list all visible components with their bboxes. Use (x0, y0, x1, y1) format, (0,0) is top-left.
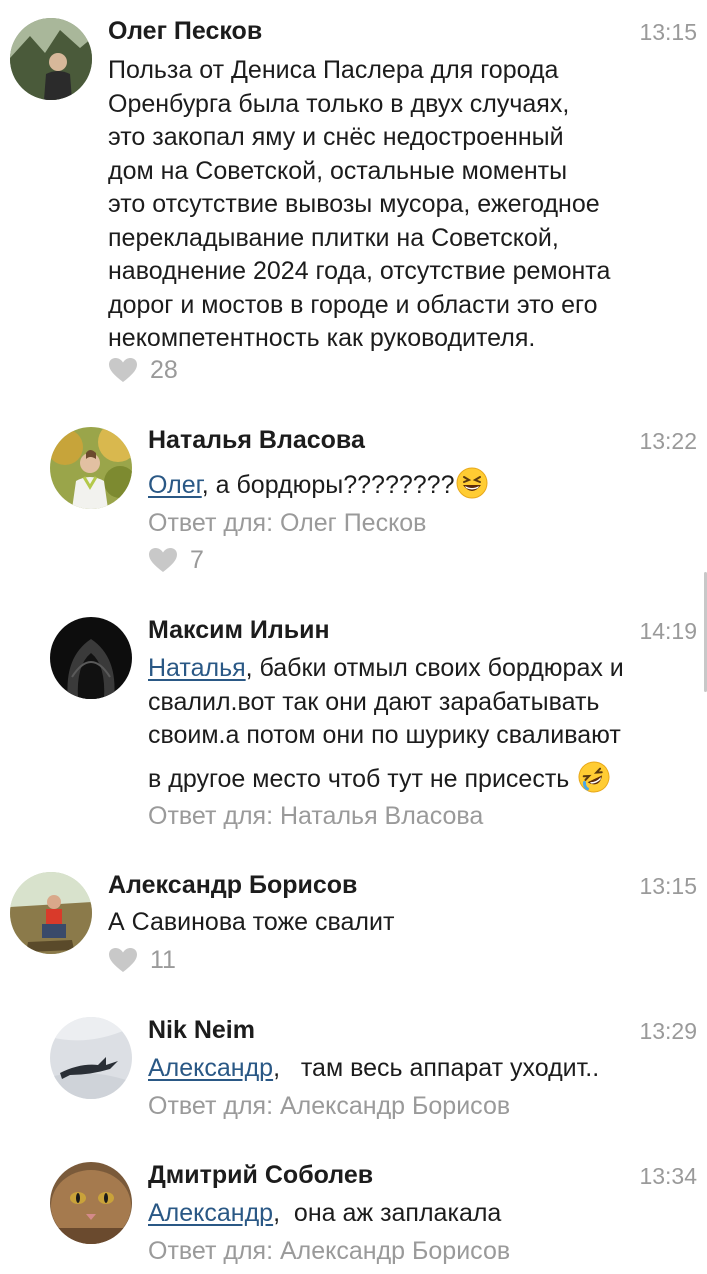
like-button[interactable]: 7 (148, 545, 204, 575)
comment-text: Польза от Дениса Паслера для города Орен… (108, 54, 610, 356)
comment-text-body: А Савинова тоже свалит (108, 908, 395, 936)
comment-text-body: , там весь аппарат уходит.. (273, 1054, 600, 1082)
avatar-natalya-vlasova[interactable] (50, 427, 132, 509)
avatar-maksim-ilin[interactable] (50, 617, 132, 699)
comment-text-line: наводнение 2024 года, отсутствие ремонта (108, 257, 611, 285)
comment-text-body: , она аж заплакала (273, 1199, 502, 1227)
author-name[interactable]: Олег Песков (108, 16, 262, 46)
comment-text-line: перекладывание плитки на Советской, (108, 223, 559, 252)
comment-text-line: в другое место чтоб тут не присесть (148, 761, 624, 797)
like-button[interactable]: 28 (108, 355, 178, 385)
like-button[interactable]: 11 (108, 945, 176, 975)
comment-text-line: дорог и мостов в городе и области это ег… (108, 290, 598, 319)
comment-text-line: свалил.вот так они дают зарабатывать (148, 687, 600, 716)
reply-to-label[interactable]: Ответ для: Александр Борисов (148, 1236, 510, 1266)
comment-time: 13:34 (639, 1163, 697, 1189)
comment-text-line: Наталья, бабки отмыл своих бордюрах и (148, 652, 624, 686)
avatar-nik-neim[interactable] (50, 1017, 132, 1099)
comment-text-line: это отсутствие вывозы мусора, ежегодное (108, 190, 600, 218)
comment-time: 13:15 (639, 19, 697, 45)
comment-text-body: , а бордюры???????? (201, 471, 455, 499)
avatar-aleksandr-borisov[interactable] (10, 872, 92, 954)
author-name[interactable]: Nik Neim (148, 1015, 255, 1045)
reply-to-label[interactable]: Ответ для: Александр Борисов (148, 1091, 510, 1121)
comment-time: 13:29 (639, 1018, 697, 1044)
rolling-laughing-emoji-icon (578, 761, 610, 793)
comment-text: Александр, там весь аппарат уходит.. (148, 1052, 599, 1086)
comment-text: А Савинова тоже свалит (108, 906, 394, 940)
comment-text-body: в другое место чтоб тут не присесть (148, 764, 577, 793)
comment-time: 13:22 (639, 428, 697, 454)
like-count: 28 (150, 356, 178, 384)
reply-to-label[interactable]: Ответ для: Олег Песков (148, 508, 426, 538)
heart-icon (108, 947, 138, 973)
comment-text-line: Польза от Дениса Паслера для города (108, 56, 559, 84)
heart-icon (108, 357, 138, 383)
comment-text-line: своим.а потом они по шурику сваливают (148, 721, 621, 749)
comment-text-line: Оренбурга была только в двух случаях, (108, 89, 570, 118)
comment-text-line: некомпетентность как руководителя. (108, 324, 536, 352)
comment-text-line: дом на Советской, остальные моменты (108, 156, 568, 185)
comment-text-line: это закопал яму и снёс недостроенный (108, 123, 564, 151)
author-name[interactable]: Александр Борисов (108, 870, 357, 900)
comment-text: Олег, а бордюры???????? (148, 467, 488, 503)
grinning-squinting-emoji-icon (456, 467, 488, 499)
author-name[interactable]: Максим Ильин (148, 615, 330, 645)
heart-icon (148, 547, 178, 573)
avatar-dmitriy-sobolev[interactable] (50, 1162, 132, 1244)
avatar-oleg-peskov[interactable] (10, 18, 92, 100)
mention-link[interactable]: Александр (148, 1054, 273, 1082)
mention-link[interactable]: Александр (148, 1199, 273, 1227)
author-name[interactable]: Наталья Власова (148, 425, 365, 455)
mention-link[interactable]: Наталья (148, 654, 246, 682)
comment-time: 14:19 (639, 618, 697, 644)
comment-text: Александр, она аж заплакала (148, 1197, 501, 1231)
mention-link[interactable]: Олег (148, 471, 202, 499)
comment-text: Наталья, бабки отмыл своих бордюрах и св… (148, 652, 624, 796)
like-count: 11 (150, 946, 176, 974)
comment-time: 13:15 (639, 873, 697, 899)
like-count: 7 (190, 546, 204, 574)
comment-text-body: , бабки отмыл своих бордюрах и (245, 654, 624, 682)
author-name[interactable]: Дмитрий Соболев (148, 1160, 373, 1190)
reply-to-label[interactable]: Ответ для: Наталья Власова (148, 801, 483, 831)
